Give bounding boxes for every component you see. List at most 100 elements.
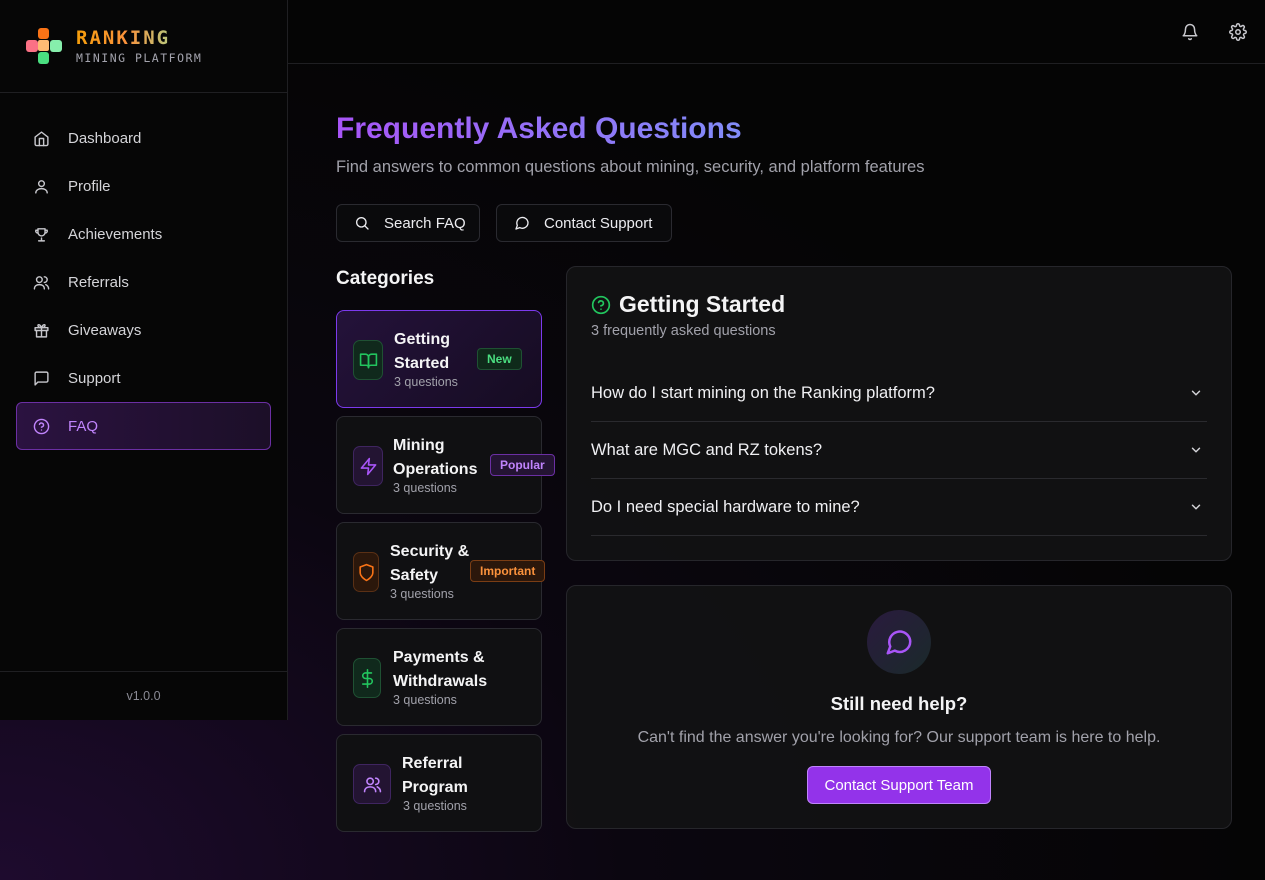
dollar-sign-icon: [361, 668, 373, 688]
category-getting-started[interactable]: Getting Started 3 questions New: [336, 310, 542, 408]
page-title: Frequently Asked Questions: [336, 112, 742, 145]
category-title: Payments & Withdrawals: [393, 646, 487, 694]
sidebar-item-achievements[interactable]: Achievements: [16, 210, 271, 258]
category-title-line: Program: [402, 779, 468, 796]
category-icon-box: [353, 658, 381, 698]
category-title-line: Started: [394, 355, 450, 372]
category-mining-operations[interactable]: Mining Operations 3 questions Popular: [336, 416, 555, 514]
trophy-icon: [35, 227, 48, 242]
help-text: Can't find the answer you're looking for…: [637, 729, 1161, 746]
category-security-safety[interactable]: Security & Safety 3 questions Important: [336, 522, 546, 620]
help-circle-icon: [33, 418, 50, 434]
notifications-button[interactable]: [1181, 23, 1199, 41]
category-referral-program[interactable]: Referral Program 3 questions: [336, 734, 542, 832]
faq-question-text: How do I start mining on the Ranking pla…: [591, 383, 935, 402]
search-faq-button[interactable]: Search FAQ: [336, 204, 480, 242]
category-count: 3 questions: [394, 375, 458, 389]
category-title-line: Security &: [390, 543, 470, 560]
category-icon-box: [353, 764, 391, 804]
sidebar-item-label: FAQ: [68, 417, 99, 435]
ranking-logo-icon: [26, 28, 62, 64]
sidebar-nav: Dashboard Profile Achievements Referrals…: [0, 93, 287, 450]
book-open-icon: [359, 352, 377, 368]
sidebar-item-faq[interactable]: FAQ: [16, 402, 271, 450]
help-icon-circle: [867, 610, 931, 674]
brand-subtitle: MINING PLATFORM: [76, 51, 203, 65]
category-count: 3 questions: [403, 799, 467, 813]
sidebar-item-label: Profile: [68, 177, 111, 195]
sidebar-item-label: Dashboard: [68, 129, 142, 147]
sidebar-item-label: Referrals: [68, 273, 129, 291]
category-payments-withdrawals[interactable]: Payments & Withdrawals 3 questions: [336, 628, 542, 726]
settings-button[interactable]: [1229, 23, 1247, 41]
category-title: Security & Safety: [390, 540, 469, 588]
category-title-line: Operations: [393, 461, 478, 478]
category-icon-box: [353, 446, 383, 486]
help-circle-icon: [591, 295, 611, 314]
category-title: Mining Operations: [393, 434, 477, 482]
user-icon: [35, 179, 48, 194]
sidebar-item-referrals[interactable]: Referrals: [16, 258, 271, 306]
sidebar: RANKING MINING PLATFORM Dashboard Profil…: [0, 0, 288, 720]
brand[interactable]: RANKING MINING PLATFORM: [0, 0, 287, 93]
users-icon: [363, 776, 381, 792]
gift-icon: [34, 323, 49, 338]
search-icon: [356, 217, 369, 230]
sidebar-item-giveaways[interactable]: Giveaways: [16, 306, 271, 354]
top-bar: [288, 0, 1265, 64]
badge-important: Important: [470, 560, 546, 582]
category-title-line: Mining: [393, 437, 445, 454]
brand-title: RANKING: [76, 27, 202, 49]
sidebar-item-profile[interactable]: Profile: [16, 162, 271, 210]
category-title-line: Safety: [390, 567, 439, 584]
sidebar-item-label: Support: [68, 369, 121, 387]
shield-icon: [358, 563, 374, 581]
faq-panel: Getting Started 3 frequently asked quest…: [566, 266, 1232, 561]
faq-panel-header: Getting Started: [591, 291, 785, 318]
message-square-icon: [34, 370, 49, 386]
message-circle-icon: [515, 216, 529, 230]
sidebar-item-label: Giveaways: [68, 321, 142, 339]
faq-question-row[interactable]: What are MGC and RZ tokens?: [591, 422, 1207, 479]
category-title-line: Withdrawals: [393, 673, 488, 690]
faq-question-text: Do I need special hardware to mine?: [591, 497, 860, 516]
category-title-line: Getting: [394, 331, 450, 348]
category-icon-box: [353, 552, 379, 592]
sidebar-item-dashboard[interactable]: Dashboard: [16, 114, 271, 162]
category-title: Referral Program: [402, 752, 468, 800]
bell-icon: [1182, 23, 1198, 41]
faq-panel-title: Getting Started: [619, 291, 786, 317]
help-panel: Still need help? Can't find the answer y…: [566, 585, 1232, 829]
faq-question-row[interactable]: How do I start mining on the Ranking pla…: [591, 365, 1207, 422]
chevron-down-icon: [1191, 504, 1201, 510]
users-icon: [33, 275, 50, 290]
faq-panel-subtitle: 3 frequently asked questions: [591, 323, 776, 339]
contact-support-team-button[interactable]: Contact Support Team: [807, 766, 991, 804]
faq-question-row[interactable]: Do I need special hardware to mine?: [591, 479, 1207, 536]
version-label: v1.0.0: [0, 671, 287, 720]
contact-support-label: Contact Support: [544, 214, 653, 232]
message-circle-icon: [886, 630, 912, 655]
chevron-down-icon: [1191, 390, 1201, 396]
category-title-line: Payments &: [393, 649, 485, 666]
home-icon: [34, 130, 49, 146]
faq-question-text: What are MGC and RZ tokens?: [591, 440, 823, 459]
badge-new: New: [477, 348, 522, 370]
search-faq-label: Search FAQ: [384, 214, 466, 232]
zap-icon: [360, 457, 376, 475]
categories-heading: Categories: [336, 268, 435, 289]
category-title: Getting Started: [394, 328, 450, 376]
page-subtitle: Find answers to common questions about m…: [336, 158, 925, 176]
category-icon-box: [353, 340, 383, 380]
category-count: 3 questions: [390, 587, 454, 601]
category-title-line: Referral: [402, 755, 463, 772]
sidebar-item-support[interactable]: Support: [16, 354, 271, 402]
settings-icon: [1229, 23, 1247, 41]
contact-support-button[interactable]: Contact Support: [496, 204, 672, 242]
badge-popular: Popular: [490, 454, 555, 476]
chevron-down-icon: [1191, 447, 1201, 453]
help-title: Still need help?: [830, 693, 968, 714]
category-count: 3 questions: [393, 481, 457, 495]
sidebar-item-label: Achievements: [68, 225, 163, 243]
category-count: 3 questions: [393, 693, 457, 707]
